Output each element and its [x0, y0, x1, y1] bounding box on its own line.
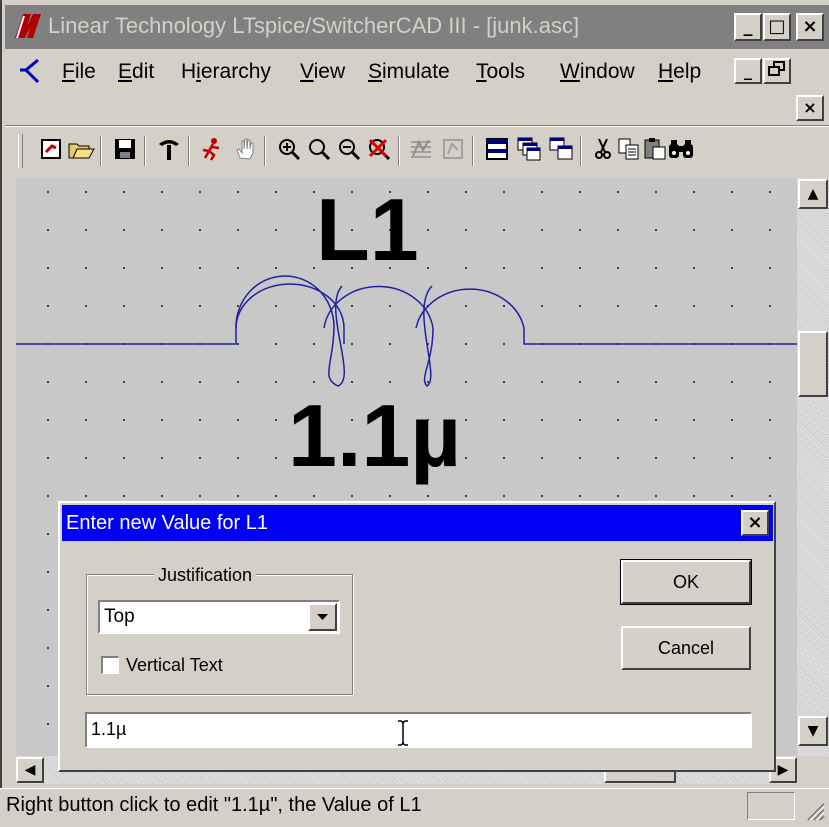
cascade-icon[interactable]	[514, 136, 544, 166]
ltspice-logo-icon[interactable]	[9, 10, 45, 42]
dialog-title: Enter new Value for L1	[66, 512, 268, 534]
schematic-doc-icon[interactable]	[16, 56, 46, 86]
toolbar-sep	[264, 136, 266, 166]
menu-view[interactable]: View	[300, 58, 345, 86]
menu-edit[interactable]: Edit	[118, 58, 154, 86]
zoom-fit-icon[interactable]	[304, 136, 334, 166]
scroll-up-button[interactable]: ▲	[798, 179, 828, 209]
tile-horizontal-icon[interactable]	[482, 136, 512, 166]
vertical-scrollbar[interactable]	[797, 178, 829, 756]
toolbar-separator	[5, 125, 829, 127]
menu-simulate[interactable]: Simulate	[368, 58, 450, 86]
menu-file-label: File	[62, 60, 96, 83]
scroll-down-button[interactable]: ▼	[798, 716, 828, 746]
tile-vertical-icon[interactable]	[546, 136, 576, 166]
pick-visible-traces-icon[interactable]	[406, 136, 436, 166]
ok-button[interactable]: OK	[620, 559, 752, 605]
doc-close-button[interactable]: ×	[796, 95, 824, 121]
menu-tools-label: Tools	[476, 60, 526, 83]
menu-help[interactable]: Help	[658, 58, 701, 86]
dialog-close-button[interactable]: ×	[741, 510, 769, 536]
menu-window-label: Window	[560, 60, 635, 83]
find-icon[interactable]	[666, 136, 696, 166]
pan-hand-icon[interactable]	[230, 136, 260, 166]
vertical-scroll-thumb[interactable]	[798, 331, 828, 397]
autorange-icon[interactable]	[438, 136, 468, 166]
close-button[interactable]: ×	[796, 13, 824, 41]
window-title: Linear Technology LTspice/SwitcherCAD II…	[48, 13, 580, 38]
doc-restore-button[interactable]	[763, 58, 791, 84]
close-icon: ×	[747, 512, 763, 533]
value-input[interactable]: 1.1µ	[85, 712, 752, 748]
menu-edit-label: Edit	[118, 60, 155, 83]
toolbar-sep	[100, 136, 102, 166]
menu-hierarchy-label: Hierarchy	[181, 60, 271, 83]
menu-simulate-label: Simulate	[368, 60, 450, 83]
chevron-down-icon	[317, 614, 328, 620]
run-icon[interactable]	[196, 136, 226, 166]
menu-hierarchy[interactable]: Hierarchy	[181, 58, 271, 86]
open-icon[interactable]	[66, 136, 96, 166]
window-border	[0, 0, 2, 824]
toolbar-grip[interactable]	[18, 134, 23, 168]
component-value-label[interactable]: 1.1µ	[288, 390, 461, 482]
toolbar-sep	[472, 136, 474, 166]
zoom-out-icon[interactable]	[334, 136, 364, 166]
toolbar-sep	[580, 136, 582, 166]
new-schematic-icon[interactable]	[36, 136, 66, 166]
cancel-zoom-icon[interactable]	[364, 136, 394, 166]
menu-file[interactable]: File	[62, 58, 96, 86]
justification-dropdown-button[interactable]	[308, 603, 337, 631]
minimize-button[interactable]: _	[734, 13, 762, 41]
status-panel	[747, 792, 795, 820]
component-ref-label[interactable]: L1	[316, 184, 419, 276]
resize-grip-icon[interactable]	[800, 796, 826, 822]
menu-tools[interactable]: Tools	[476, 58, 525, 86]
status-text: Right button click to edit "1.1µ", the V…	[6, 794, 422, 816]
restore-icon	[768, 61, 785, 76]
menu-view-label: View	[300, 60, 346, 83]
zoom-in-icon[interactable]	[274, 136, 304, 166]
justification-label: Justification	[154, 564, 257, 586]
toolbar-sep	[188, 136, 190, 166]
cancel-button[interactable]: Cancel	[621, 626, 751, 670]
maximize-button[interactable]: □	[763, 13, 791, 41]
vertical-text-label[interactable]: Vertical Text	[126, 653, 223, 677]
control-panel-icon[interactable]	[154, 136, 184, 166]
doc-minimize-button[interactable]: _	[734, 58, 762, 84]
toolbar-sep	[398, 136, 400, 166]
vertical-text-checkbox[interactable]	[101, 656, 119, 674]
menu-help-label: Help	[658, 60, 702, 83]
toolbar-sep	[144, 136, 146, 166]
text-cursor-icon	[396, 719, 410, 747]
justification-value: Top	[104, 606, 135, 627]
scroll-left-button[interactable]: ◀	[16, 757, 44, 783]
menu-window[interactable]: Window	[560, 58, 635, 86]
save-icon[interactable]	[110, 136, 140, 166]
